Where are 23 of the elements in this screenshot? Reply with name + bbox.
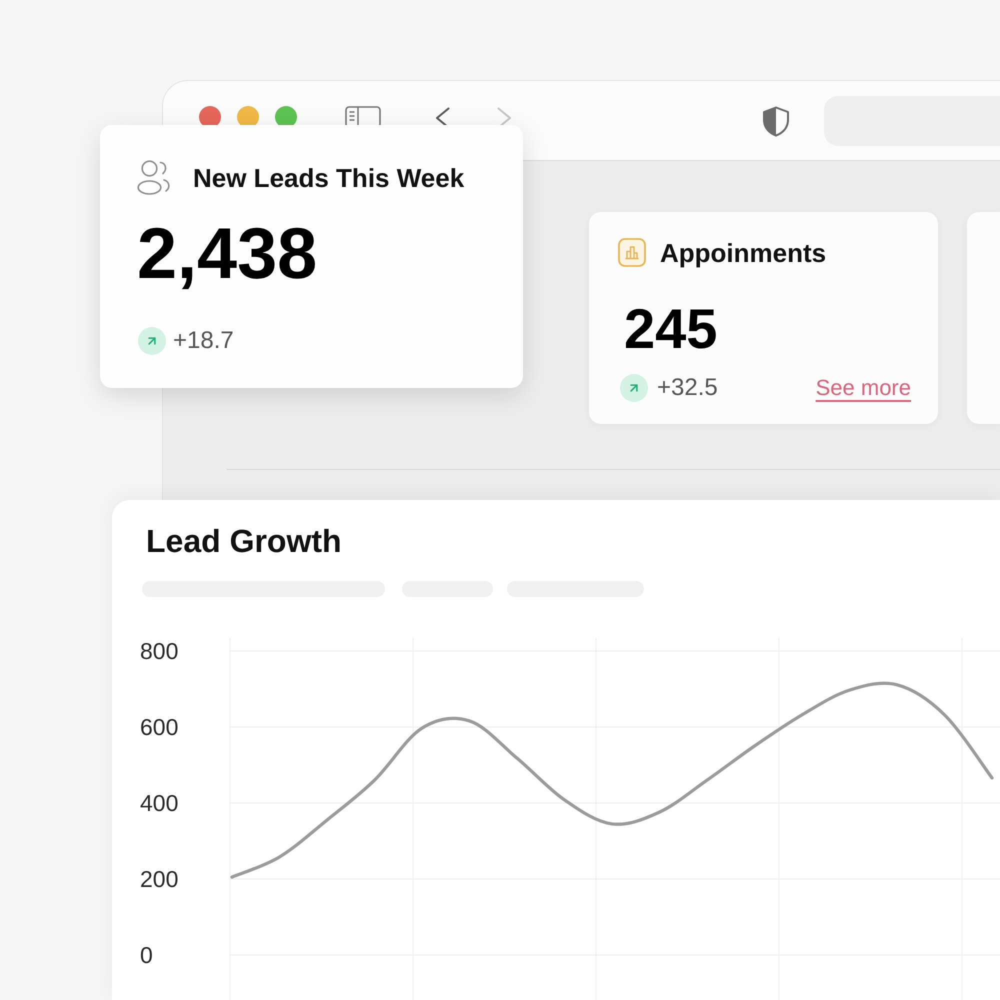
y-axis-label: 800	[140, 638, 178, 664]
change-value: +32.5	[657, 376, 718, 400]
trend-up-icon	[138, 327, 166, 355]
chart-title: Lead Growth	[146, 525, 342, 557]
card-title: New Leads This Week	[193, 164, 464, 190]
close-icon[interactable]	[199, 106, 221, 125]
y-axis-label: 200	[140, 866, 178, 892]
sidebar-icon[interactable]	[345, 106, 381, 125]
maximize-icon[interactable]	[275, 106, 297, 125]
change-value: +18.7	[173, 329, 234, 353]
y-axis-label: 0	[140, 942, 153, 968]
back-icon[interactable]	[435, 107, 450, 125]
y-axis-label: 400	[140, 790, 178, 816]
see-more-link[interactable]: See more	[816, 377, 911, 399]
bar-chart-icon	[618, 238, 646, 267]
users-icon	[137, 160, 171, 195]
shield-icon[interactable]	[762, 106, 790, 137]
card-title: Appoinments	[660, 240, 826, 266]
y-axis-label: 600	[140, 714, 178, 740]
stat-value: 2,438	[137, 218, 318, 290]
minimize-icon[interactable]	[237, 106, 259, 125]
trend-up-icon	[620, 374, 648, 402]
stat-value: 245	[624, 301, 718, 357]
